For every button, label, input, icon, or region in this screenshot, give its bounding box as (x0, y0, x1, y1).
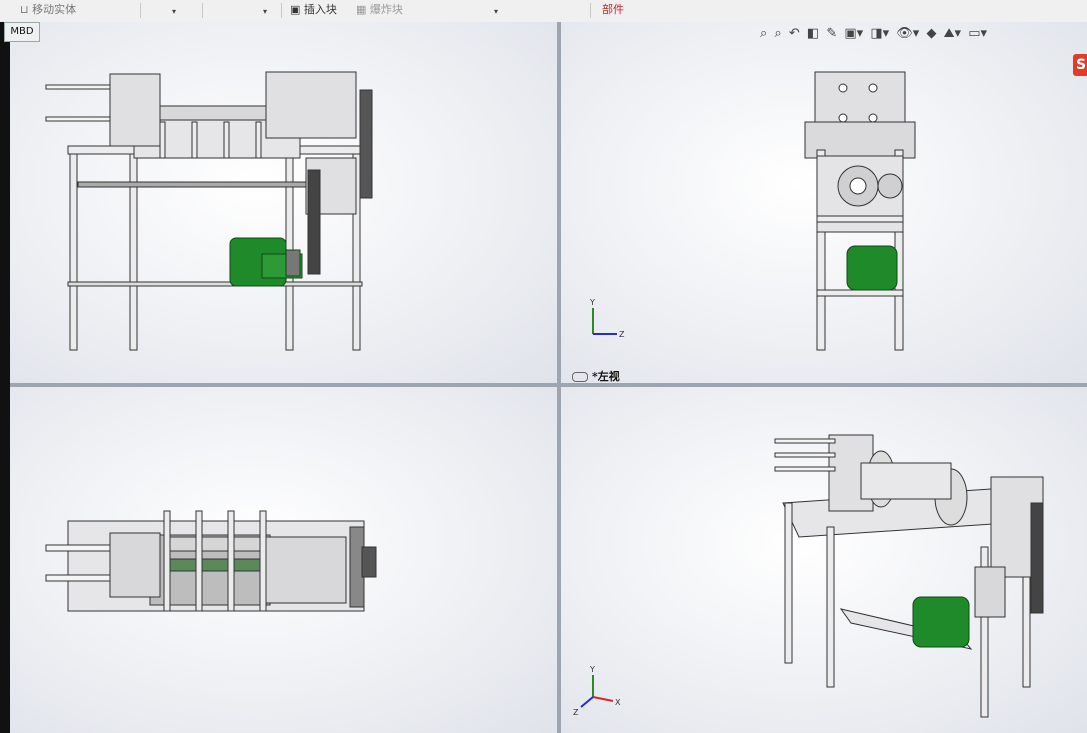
edit-appearance-icon[interactable]: ◆ (926, 26, 936, 41)
triad-y-label: Y (589, 665, 595, 674)
move-entity-button[interactable]: ⊔ 移动实体 (20, 2, 76, 18)
move-entity-icon: ⊔ (20, 3, 29, 16)
hide-show-icon[interactable]: 👁▾ (896, 26, 919, 41)
view-settings-icon[interactable]: ▭▾ (968, 26, 987, 41)
triad-z-label: Z (619, 330, 625, 339)
triad-x-label: X (615, 698, 621, 707)
section-view-icon[interactable]: ◧ (807, 26, 819, 41)
chevron-down-icon[interactable]: ▾ (172, 7, 176, 16)
command-manager-toolbar: ⊔ 移动实体 ▾ ▾ ▣ 插入块 ▦ 爆炸块 ▾ 部件 (0, 0, 1087, 23)
toolbar-separator (140, 3, 141, 18)
zoom-to-fit-icon[interactable]: ⌕ (760, 26, 767, 41)
viewport-top[interactable] (10, 387, 557, 733)
previous-view-icon[interactable]: ↶ (789, 26, 800, 41)
chevron-down-icon[interactable]: ▾ (263, 7, 267, 16)
toolbar-separator (281, 3, 282, 18)
front-view-model (45, 71, 373, 351)
motor (846, 245, 898, 291)
make-block-icon: ▦ (356, 3, 367, 16)
viewport-splitter-vertical[interactable] (557, 22, 561, 733)
dynamic-annotation-icon[interactable]: ✎ (826, 26, 837, 41)
apply-scene-icon[interactable]: ⛰▾ (944, 26, 961, 41)
insert-block-icon: ▣ (290, 3, 301, 16)
tab-mbd[interactable]: MBD (4, 22, 40, 42)
axis-triad (580, 675, 614, 708)
view-orientation-icon[interactable]: ▣▾ (844, 26, 863, 41)
triad-y-label: Y (589, 298, 595, 307)
heads-up-view-toolbar: ⌕ ⌕ ↶ ◧ ✎ ▣▾ ◨▾ 👁▾ ◆ ⛰▾ ▭▾ (760, 26, 990, 44)
toolbar-separator (202, 3, 203, 18)
chevron-down-icon[interactable]: ▾ (494, 7, 498, 16)
make-block-button[interactable]: ▦ 爆炸块 (356, 2, 403, 18)
top-view-model (45, 510, 377, 612)
axis-triad (592, 308, 617, 335)
isometric-view-model: Y X Z (573, 434, 1044, 718)
solidworks-logo-icon: S (1073, 54, 1087, 76)
zoom-to-area-icon[interactable]: ⌕ (774, 26, 781, 41)
viewport-isometric[interactable]: Y X Z (561, 387, 1087, 733)
triad-z-label: Z (573, 708, 579, 717)
viewport-front[interactable] (10, 22, 557, 383)
move-entity-label: 移动实体 (32, 3, 77, 16)
insert-block-label: 插入块 (303, 3, 337, 16)
motor (912, 596, 970, 648)
eye-icon (572, 372, 588, 382)
component-label[interactable]: 部件 (602, 2, 624, 18)
display-style-icon[interactable]: ◨▾ (870, 26, 889, 41)
insert-block-button[interactable]: ▣ 插入块 (290, 2, 337, 18)
viewport-splitter-horizontal[interactable] (10, 383, 1087, 387)
make-block-label: 爆炸块 (369, 3, 403, 16)
viewport-orientation-label: *左视 (572, 368, 620, 384)
toolbar-separator (590, 3, 591, 18)
left-panel-edge (0, 22, 10, 733)
viewport-left[interactable]: Y Z (561, 22, 1087, 383)
left-view-model: Y Z (589, 71, 916, 351)
